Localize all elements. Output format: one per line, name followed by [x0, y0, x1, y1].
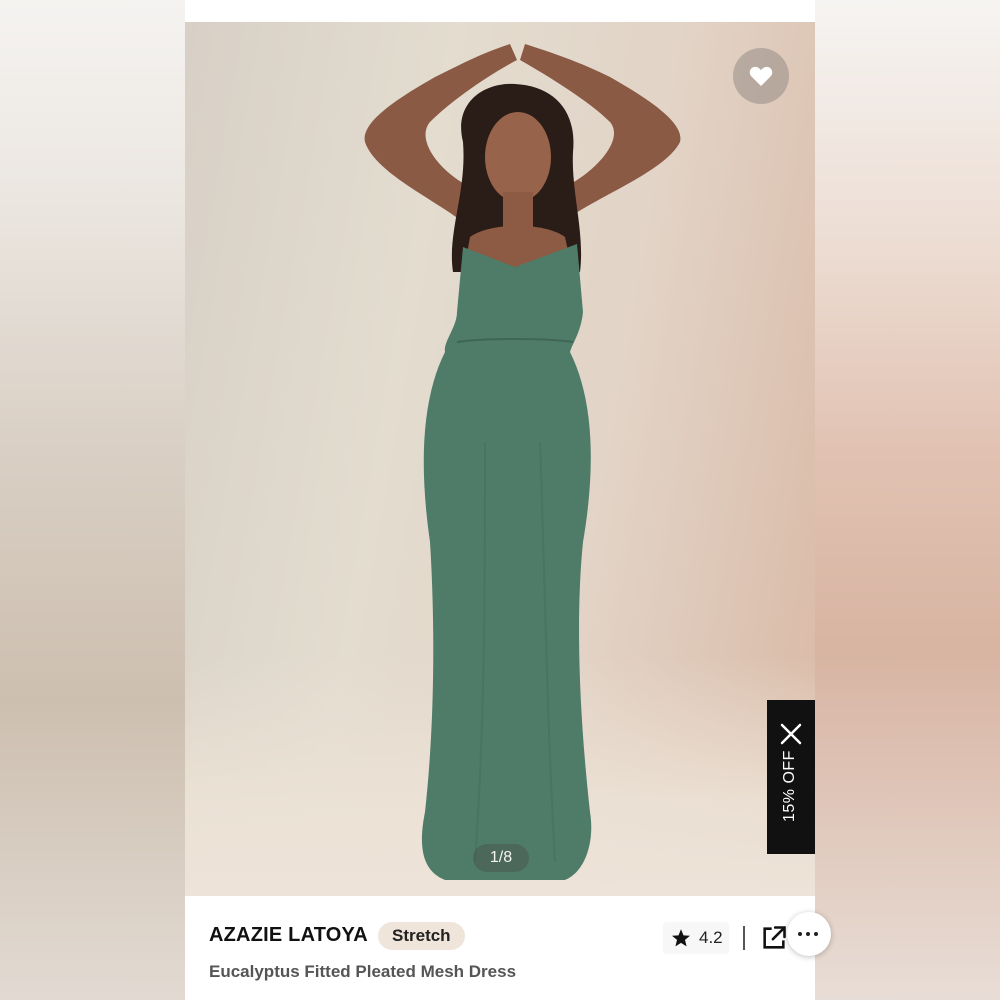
heart-icon	[749, 66, 773, 86]
discount-label: 15% OFF	[781, 750, 798, 822]
product-image[interactable]: 1/8	[185, 22, 815, 896]
discount-tab[interactable]: 15% OFF	[767, 700, 815, 854]
share-external-icon[interactable]	[760, 924, 788, 952]
more-options-button[interactable]	[787, 912, 831, 956]
image-counter: 1/8	[473, 844, 529, 872]
close-icon[interactable]	[779, 722, 803, 746]
product-subtitle[interactable]: Eucalyptus Fitted Pleated Mesh Dress	[209, 962, 516, 982]
product-card: 1/8 15% OFF AZAZIE LATOYA Stretch Eucaly…	[185, 0, 831, 1000]
star-icon	[672, 929, 690, 947]
product-brand[interactable]: AZAZIE LATOYA	[209, 924, 368, 947]
blurred-background-right	[815, 0, 1000, 1000]
stretch-badge: Stretch	[378, 922, 465, 950]
rating-value: 4.2	[699, 928, 723, 947]
blurred-background-left	[0, 0, 185, 1000]
rating-divider	[743, 926, 745, 950]
product-info: AZAZIE LATOYA Stretch Eucalyptus Fitted …	[185, 896, 831, 1000]
rating-badge[interactable]: 4.2	[663, 922, 729, 954]
favorite-button[interactable]	[733, 48, 789, 104]
model-figure	[364, 44, 681, 880]
